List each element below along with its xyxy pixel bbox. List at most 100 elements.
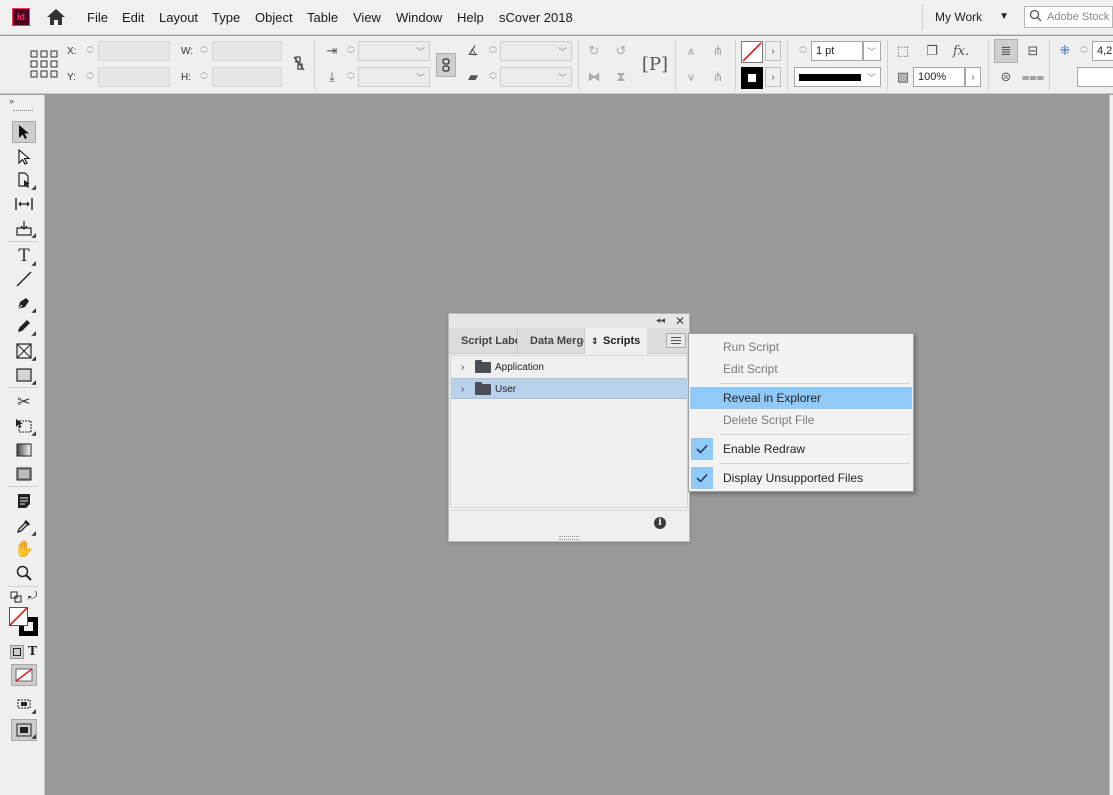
constrain-proportions-icon[interactable] [289,53,309,73]
menu-file[interactable]: File [87,10,108,25]
rotation-stepper[interactable]: ︿ ﹀ [486,41,500,61]
scissors-tool[interactable]: ✂ [12,391,36,413]
menu-view[interactable]: View [353,10,381,25]
screen-mode-icon[interactable]: ◢ [12,693,36,715]
note-tool[interactable] [12,490,36,512]
select-previous-icon[interactable]: ⩛ [681,67,701,87]
flip-vertical-icon[interactable]: ⧗ [611,67,631,87]
tab-data-merge[interactable]: Data Merge [518,328,585,354]
home-icon[interactable] [46,8,66,26]
flip-horizontal-icon[interactable]: ⧓ [584,67,604,87]
menu-help[interactable]: Help [457,10,484,25]
chevron-right-icon[interactable]: › [461,379,464,400]
panel-header[interactable]: ◂◂ ✕ [449,314,689,328]
zoom-tool[interactable] [12,562,36,584]
tab-scripts[interactable]: ⇕ Scripts [585,328,647,354]
gap-tool[interactable] [12,193,36,215]
text-wrap-none-icon[interactable]: ≣ [994,39,1018,63]
pen-tool[interactable]: ◢ [12,292,36,314]
document-title[interactable]: sCover 2018 [499,10,573,25]
columns-stepper[interactable]: ︿ ﹀ [1077,41,1091,61]
shear-dropdown[interactable]: ﹀ [500,67,572,87]
columns-field[interactable]: 4,2 [1092,41,1113,61]
formatting-text-icon[interactable]: T [28,644,37,658]
fill-menu-chevron-icon[interactable]: › [765,41,781,61]
stroke-weight-stepper[interactable]: ︿ ﹀ [796,41,810,61]
gradient-feather-tool[interactable] [12,463,36,485]
opacity-field[interactable]: 100% [913,67,965,87]
stroke-swatch[interactable] [741,67,763,89]
menu-layout[interactable]: Layout [159,10,198,25]
rotate-clockwise-icon[interactable]: ↻ [584,41,604,61]
menu-enable-redraw[interactable]: Enable Redraw [690,438,912,460]
menu-edit-script[interactable]: Edit Script [690,358,912,380]
effects-fx-icon[interactable]: fx. [951,41,971,61]
w-stepper[interactable]: ︿ ﹀ [197,41,211,61]
constrain-scale-icon[interactable] [436,53,456,77]
menu-window[interactable]: Window [396,10,442,25]
tree-item-application[interactable]: › Application [451,357,687,378]
pencil-tool[interactable]: ◢ [12,315,36,337]
drop-shadow-icon[interactable]: ❐ [922,41,942,61]
menu-display-unsupported-files[interactable]: Display Unsupported Files [690,467,912,489]
scale-y-stepper[interactable]: ︿ ﹀ [344,67,358,87]
x-stepper[interactable]: ︿ ﹀ [83,41,97,61]
w-field[interactable] [212,41,282,61]
type-tool[interactable]: T ◢ [12,245,36,267]
rotate-counterclockwise-icon[interactable]: ↺ [611,41,631,61]
line-tool[interactable] [12,268,36,290]
scale-x-dropdown[interactable]: ﹀ [358,41,430,61]
stroke-weight-field[interactable]: 1 pt [811,41,863,61]
rotation-dropdown[interactable]: ﹀ [500,41,572,61]
h-stepper[interactable]: ︿ ﹀ [197,67,211,87]
resize-grip[interactable] [559,536,579,540]
corner-options-icon[interactable]: ⬚ [893,41,913,61]
text-wrap-bounding-icon[interactable]: ⊟ [1023,41,1043,61]
menu-delete-script-file[interactable]: Delete Script File [690,409,912,431]
h-field[interactable] [212,67,282,87]
text-wrap-jump-icon[interactable]: ⩶ [1022,67,1044,87]
scale-x-stepper[interactable]: ︿ ﹀ [344,41,358,61]
swap-fill-stroke-icon[interactable]: ⤾ [28,590,37,603]
rectangle-frame-tool[interactable]: ◢ [12,340,36,362]
menu-edit[interactable]: Edit [122,10,144,25]
panel-grip[interactable] [13,110,33,112]
adobe-stock-search-input[interactable]: Adobe Stock [1024,6,1113,28]
select-content-icon[interactable]: ⋔ [708,41,728,61]
stroke-weight-dropdown[interactable]: ﹀ [863,41,881,61]
tree-item-user[interactable]: › User [451,378,687,399]
menu-reveal-in-explorer[interactable]: Reveal in Explorer [690,387,912,409]
shear-stepper[interactable]: ︿ ﹀ [486,67,500,87]
eyedropper-tool[interactable]: ◢ [12,515,36,537]
hand-tool[interactable]: ✋ [12,538,36,560]
menu-type[interactable]: Type [212,10,240,25]
scale-y-dropdown[interactable]: ﹀ [358,67,430,87]
content-collector-tool[interactable]: ◢ [12,217,36,239]
select-next-icon[interactable]: ⋔ [708,67,728,87]
apply-none-icon[interactable] [11,664,37,686]
stroke-menu-chevron-icon[interactable]: › [765,67,781,87]
direct-selection-tool[interactable] [12,146,36,168]
panel-menu-icon[interactable] [666,333,686,348]
collapse-double-arrow-icon[interactable]: » [9,96,14,106]
menu-object[interactable]: Object [255,10,293,25]
collapse-double-arrow-icon[interactable]: ◂◂ [656,315,665,326]
fill-swatch[interactable] [741,41,763,63]
close-icon[interactable]: ✕ [675,314,685,328]
y-stepper[interactable]: ︿ ﹀ [83,67,97,87]
auto-fit-icon[interactable]: ⁜ [1055,41,1075,61]
rectangle-tool[interactable]: ◢ [12,364,36,386]
menu-run-script[interactable]: Run Script [690,336,912,358]
reference-point-icon[interactable] [30,50,58,78]
selection-tool[interactable] [12,121,36,143]
gradient-swatch-tool[interactable] [12,439,36,461]
free-transform-tool[interactable]: ◢ [12,415,36,437]
stroke-type-dropdown[interactable]: ﹀ [794,67,881,87]
page-tool[interactable]: ◢ [12,169,36,191]
select-container-icon[interactable]: ⩚ [681,41,701,61]
workspace-switcher[interactable]: My Work ▼ [922,4,1015,30]
opacity-chevron-icon[interactable]: › [965,67,981,87]
menu-table[interactable]: Table [307,10,338,25]
x-field[interactable] [98,41,170,61]
text-wrap-object-icon[interactable]: ⊜ [996,67,1016,87]
